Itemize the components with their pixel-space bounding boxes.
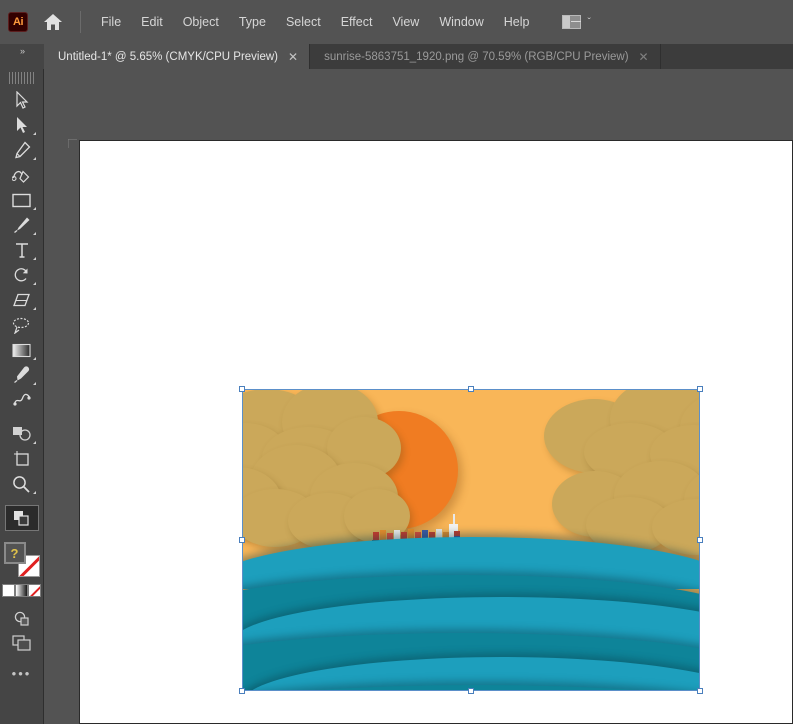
panel-collapse-button[interactable]: » bbox=[0, 44, 44, 69]
direct-selection-tool[interactable] bbox=[6, 113, 38, 137]
tools-panel: ? ••• bbox=[0, 69, 44, 724]
selection-handle-bottom-left[interactable] bbox=[239, 688, 245, 694]
close-icon[interactable]: ✕ bbox=[639, 50, 649, 64]
curvature-tool[interactable] bbox=[6, 163, 38, 187]
selection-handle-top-left[interactable] bbox=[239, 386, 245, 392]
illustrator-window: Ai File Edit Object Type Select Effect V… bbox=[0, 0, 793, 724]
chevron-down-icon[interactable]: ˇ bbox=[588, 17, 591, 28]
app-logo-icon[interactable]: Ai bbox=[8, 12, 28, 32]
paintbrush-tool[interactable] bbox=[6, 213, 38, 237]
tool-flyout-indicator bbox=[32, 207, 36, 210]
tool-flyout-indicator bbox=[32, 157, 36, 160]
menu-item-edit[interactable]: Edit bbox=[131, 11, 173, 33]
menu-item-file[interactable]: File bbox=[91, 11, 131, 33]
close-icon[interactable]: ✕ bbox=[288, 50, 298, 64]
artwork-sunrise-seascape[interactable] bbox=[242, 389, 700, 691]
menu-item-window[interactable]: Window bbox=[429, 11, 493, 33]
gradient-swatch[interactable] bbox=[15, 584, 28, 597]
gradient-tool[interactable] bbox=[6, 338, 38, 362]
tool-flyout-indicator bbox=[32, 257, 36, 260]
drawing-mode-icon[interactable] bbox=[6, 606, 38, 630]
menu-item-type[interactable]: Type bbox=[229, 11, 276, 33]
fill-stroke-control: ? bbox=[3, 542, 40, 578]
pen-tool[interactable] bbox=[6, 138, 38, 162]
selection-tool[interactable] bbox=[6, 88, 38, 112]
tool-flyout-indicator bbox=[32, 357, 36, 360]
lasso-tool[interactable] bbox=[6, 313, 38, 337]
eyedropper-tool[interactable] bbox=[6, 363, 38, 387]
tool-flyout-indicator bbox=[32, 282, 36, 285]
tool-flyout-indicator bbox=[32, 307, 36, 310]
document-tab-label: sunrise-5863751_1920.png @ 70.59% (RGB/C… bbox=[324, 50, 629, 63]
tool-flyout-indicator bbox=[32, 232, 36, 235]
rotate-tool[interactable] bbox=[6, 263, 38, 287]
menu-item-select[interactable]: Select bbox=[276, 11, 331, 33]
screen-mode-icon[interactable] bbox=[6, 631, 38, 655]
panel-drag-handle[interactable] bbox=[8, 72, 35, 84]
double-chevron-right-icon: » bbox=[19, 46, 25, 56]
color-swatch[interactable] bbox=[2, 584, 15, 597]
none-indicator bbox=[29, 585, 40, 596]
selection-handle-middle-right[interactable] bbox=[697, 537, 703, 543]
type-tool[interactable] bbox=[6, 238, 38, 262]
more-tools-button[interactable]: ••• bbox=[12, 666, 32, 681]
canvas-area[interactable] bbox=[44, 69, 793, 724]
eraser-tool[interactable] bbox=[6, 288, 38, 312]
selection-handle-top-right[interactable] bbox=[697, 386, 703, 392]
menu-item-effect[interactable]: Effect bbox=[331, 11, 383, 33]
color-mode-swatches bbox=[2, 584, 41, 597]
artboard-origin-marker bbox=[67, 135, 77, 148]
home-icon[interactable] bbox=[40, 9, 66, 35]
menu-divider bbox=[80, 11, 81, 33]
tool-flyout-indicator bbox=[32, 441, 36, 444]
arrange-documents-icon[interactable] bbox=[561, 15, 581, 29]
arrange-objects-icon[interactable] bbox=[4, 505, 39, 531]
menu-item-help[interactable]: Help bbox=[494, 11, 540, 33]
document-tab-label: Untitled-1* @ 5.65% (CMYK/CPU Preview) bbox=[58, 50, 279, 63]
tool-flyout-indicator bbox=[32, 132, 36, 135]
selection-handle-middle-left[interactable] bbox=[239, 537, 245, 543]
selection-handle-top-center[interactable] bbox=[468, 386, 474, 392]
menu-items: File Edit Object Type Select Effect View… bbox=[91, 11, 540, 33]
tool-flyout-indicator bbox=[32, 382, 36, 385]
rectangle-tool[interactable] bbox=[6, 188, 38, 212]
selection-handle-bottom-right[interactable] bbox=[697, 688, 703, 694]
menu-bar-right: ˇ bbox=[561, 15, 591, 29]
selection-handle-bottom-center[interactable] bbox=[468, 688, 474, 694]
zoom-tool[interactable] bbox=[6, 472, 38, 496]
tool-flyout-indicator bbox=[32, 491, 36, 494]
document-tab-untitled[interactable]: Untitled-1* @ 5.65% (CMYK/CPU Preview) ✕ bbox=[44, 44, 311, 69]
none-swatch[interactable] bbox=[28, 584, 41, 597]
menu-item-view[interactable]: View bbox=[382, 11, 429, 33]
shape-builder-tool[interactable] bbox=[6, 422, 38, 446]
menu-item-object[interactable]: Object bbox=[173, 11, 229, 33]
document-tab-sunrise[interactable]: sunrise-5863751_1920.png @ 70.59% (RGB/C… bbox=[310, 44, 661, 69]
document-tab-bar: » Untitled-1* @ 5.65% (CMYK/CPU Preview)… bbox=[0, 44, 793, 69]
menu-bar: Ai File Edit Object Type Select Effect V… bbox=[0, 0, 793, 44]
artboard-tool[interactable] bbox=[6, 447, 38, 471]
fill-swatch[interactable]: ? bbox=[3, 542, 26, 564]
blend-tool[interactable] bbox=[6, 388, 38, 412]
